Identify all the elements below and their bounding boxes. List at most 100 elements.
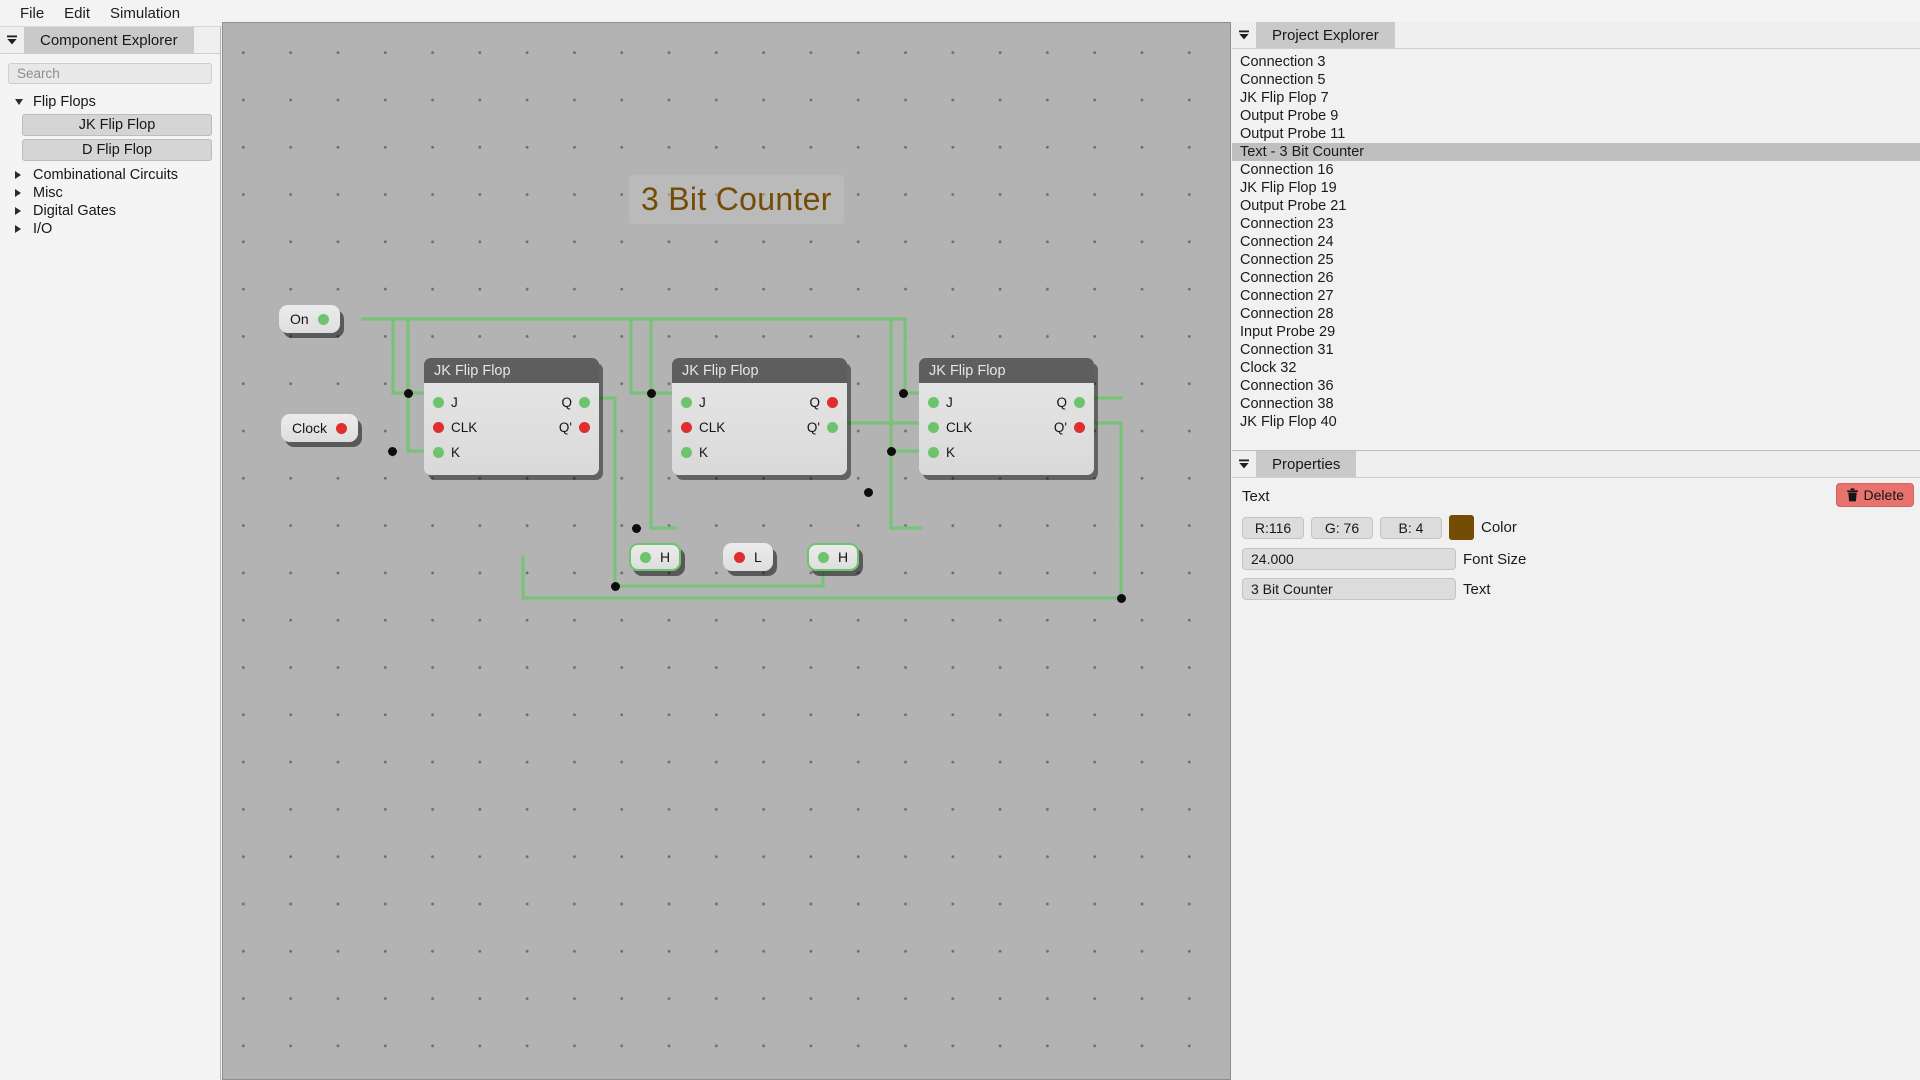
- tab-properties[interactable]: Properties: [1256, 451, 1357, 477]
- tab-project-explorer[interactable]: Project Explorer: [1256, 22, 1395, 48]
- wire-junction: [611, 582, 620, 591]
- chevron-right-icon: [15, 207, 29, 215]
- flipflop-pin-row: K: [424, 440, 599, 465]
- flipflop-pin-row: K: [919, 440, 1094, 465]
- flipflop-block[interactable]: JK Flip Flop J Q CLK Q' K: [672, 358, 847, 475]
- tree-group-misc[interactable]: Misc: [0, 184, 220, 202]
- pin-label-qbar: Q': [558, 420, 572, 435]
- input-pin-j[interactable]: [681, 397, 692, 408]
- color-red-field[interactable]: R:116: [1242, 516, 1304, 539]
- clock-component[interactable]: Clock: [281, 414, 359, 442]
- input-pin-clk[interactable]: [928, 422, 939, 433]
- tree-group-io[interactable]: I/O: [0, 220, 220, 238]
- chevron-right-icon: [15, 189, 29, 197]
- project-item[interactable]: Input Probe 29: [1232, 323, 1920, 341]
- collapse-caret-icon[interactable]: [1232, 451, 1256, 477]
- project-item[interactable]: Connection 16: [1232, 161, 1920, 179]
- project-item[interactable]: Connection 24: [1232, 233, 1920, 251]
- pin-label-qbar: Q': [806, 420, 820, 435]
- properties-object-type: Text: [1242, 488, 1270, 505]
- output-pin-q[interactable]: [1074, 397, 1085, 408]
- probe-label: H: [660, 549, 671, 565]
- output-pin-qbar[interactable]: [1074, 422, 1085, 433]
- output-pin-qbar[interactable]: [827, 422, 838, 433]
- tree-group-flip-flops[interactable]: Flip Flops: [0, 93, 220, 111]
- clock-state-indicator: [336, 422, 348, 434]
- project-item[interactable]: JK Flip Flop 40: [1232, 413, 1920, 431]
- input-pin-j[interactable]: [433, 397, 444, 408]
- component-d-flip-flop[interactable]: D Flip Flop: [22, 139, 212, 161]
- output-pin-q[interactable]: [579, 397, 590, 408]
- color-blue-field[interactable]: B: 4: [1380, 516, 1442, 539]
- project-item[interactable]: Connection 5: [1232, 71, 1920, 89]
- pin-label-q: Q: [1056, 395, 1067, 410]
- flipflop-block[interactable]: JK Flip Flop J Q CLK Q' K: [919, 358, 1094, 475]
- delete-button[interactable]: Delete: [1835, 483, 1914, 507]
- font-size-field[interactable]: 24.000: [1242, 548, 1456, 570]
- right-dock: Project Explorer Connection 3 Connection…: [1232, 22, 1920, 1080]
- project-item[interactable]: Connection 27: [1232, 287, 1920, 305]
- project-item[interactable]: Connection 28: [1232, 305, 1920, 323]
- project-item[interactable]: JK Flip Flop 7: [1232, 89, 1920, 107]
- input-pin-k[interactable]: [681, 447, 692, 458]
- clock-label: Clock: [292, 420, 328, 436]
- input-pin-clk[interactable]: [681, 422, 692, 433]
- wire-junction: [388, 447, 397, 456]
- project-item[interactable]: Connection 36: [1232, 377, 1920, 395]
- input-toggle-on[interactable]: On: [279, 305, 340, 333]
- collapse-caret-icon[interactable]: [0, 27, 24, 53]
- text-field[interactable]: 3 Bit Counter: [1242, 578, 1456, 600]
- input-pin-clk[interactable]: [433, 422, 444, 433]
- color-swatch[interactable]: [1449, 515, 1474, 540]
- project-item[interactable]: Connection 38: [1232, 395, 1920, 413]
- project-item[interactable]: JK Flip Flop 19: [1232, 179, 1920, 197]
- project-item[interactable]: Connection 3: [1232, 53, 1920, 71]
- menu-item-edit[interactable]: Edit: [54, 3, 100, 24]
- wire-junction: [1117, 594, 1126, 603]
- project-item[interactable]: Clock 32: [1232, 359, 1920, 377]
- pin-label-j: J: [451, 395, 458, 410]
- chevron-right-icon: [15, 171, 29, 179]
- flipflop-pin-row: J Q: [424, 390, 599, 415]
- project-item[interactable]: Connection 23: [1232, 215, 1920, 233]
- tree-group-combinational-circuits[interactable]: Combinational Circuits: [0, 166, 220, 184]
- flipflop-block[interactable]: JK Flip Flop J Q CLK Q' K: [424, 358, 599, 475]
- input-pin-j[interactable]: [928, 397, 939, 408]
- header-filler: [193, 27, 220, 53]
- tree-group-digital-gates[interactable]: Digital Gates: [0, 202, 220, 220]
- project-item[interactable]: Connection 25: [1232, 251, 1920, 269]
- output-probe[interactable]: H: [629, 543, 682, 571]
- project-item[interactable]: Connection 31: [1232, 341, 1920, 359]
- project-item[interactable]: Output Probe 9: [1232, 107, 1920, 125]
- circuit-canvas[interactable]: 3 Bit Counter On Clock JK Flip Flop J Q …: [222, 22, 1231, 1080]
- canvas-text-object[interactable]: 3 Bit Counter: [629, 175, 844, 224]
- output-pin-qbar[interactable]: [579, 422, 590, 433]
- input-pin-k[interactable]: [928, 447, 939, 458]
- output-probe[interactable]: L: [723, 543, 773, 571]
- font-size-row-label: Font Size: [1463, 550, 1527, 568]
- project-item[interactable]: Output Probe 11: [1232, 125, 1920, 143]
- component-jk-flip-flop[interactable]: JK Flip Flop: [22, 114, 212, 136]
- wire-junction: [864, 488, 873, 497]
- project-item-selected[interactable]: Text - 3 Bit Counter: [1232, 143, 1920, 161]
- menu-item-file[interactable]: File: [10, 3, 54, 24]
- search-input[interactable]: [8, 63, 212, 84]
- project-item[interactable]: Connection 26: [1232, 269, 1920, 287]
- collapse-caret-icon[interactable]: [1232, 22, 1256, 48]
- flipflop-title: JK Flip Flop: [424, 358, 599, 383]
- properties-panel: Properties Text Delete R:116 G: 76 B: 4 …: [1232, 451, 1920, 1080]
- project-item[interactable]: Output Probe 21: [1232, 197, 1920, 215]
- wire-junction: [404, 389, 413, 398]
- component-tree: Flip Flops JK Flip Flop D Flip Flop Comb…: [0, 93, 220, 238]
- project-explorer-panel: Project Explorer Connection 3 Connection…: [1232, 22, 1920, 451]
- search-container: [0, 54, 220, 84]
- project-explorer-header: Project Explorer: [1232, 22, 1920, 49]
- flipflop-body: J Q CLK Q' K: [919, 383, 1094, 475]
- output-probe[interactable]: H: [807, 543, 860, 571]
- color-green-field[interactable]: G: 76: [1311, 516, 1373, 539]
- tab-component-explorer[interactable]: Component Explorer: [24, 27, 194, 53]
- wire-junction: [887, 447, 896, 456]
- menu-item-simulation[interactable]: Simulation: [100, 3, 190, 24]
- input-pin-k[interactable]: [433, 447, 444, 458]
- output-pin-q[interactable]: [827, 397, 838, 408]
